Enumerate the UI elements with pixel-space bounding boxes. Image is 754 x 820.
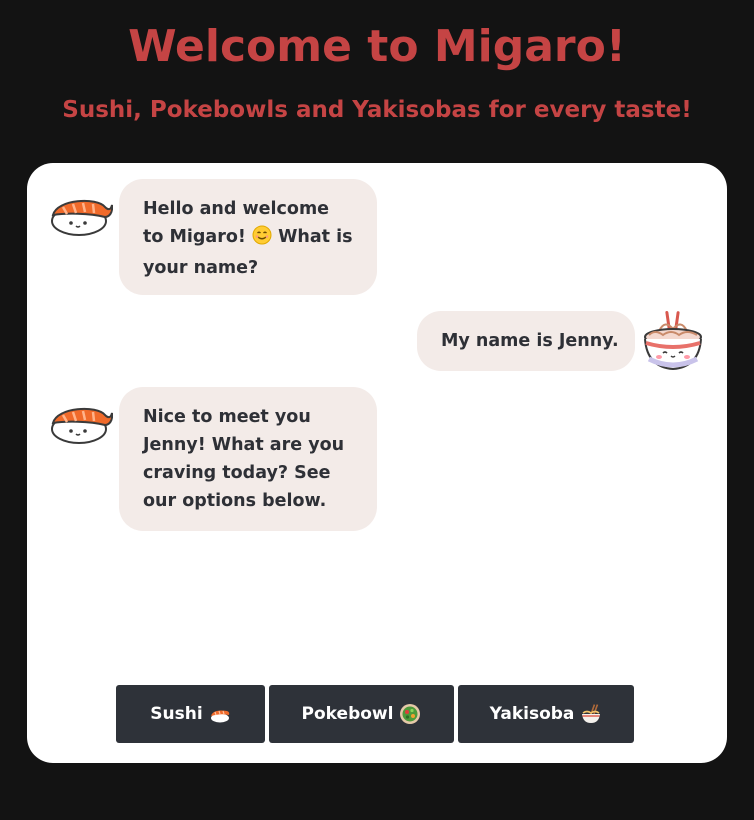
- sushi-option-button[interactable]: Sushi: [116, 685, 265, 743]
- user-message: My name is Jenny.: [417, 311, 635, 371]
- noodle-bowl-icon: [580, 703, 602, 725]
- bot-message: Hello and welcome to Migaro! What is you…: [119, 179, 377, 295]
- pokebowl-option-button[interactable]: Pokebowl: [269, 685, 454, 743]
- sushi-avatar-icon: [49, 391, 114, 455]
- sushi-avatar-icon: [49, 183, 114, 247]
- sushi-icon: [209, 703, 231, 725]
- option-label: Pokebowl: [301, 704, 394, 724]
- bot-message: Nice to meet you Jenny! What are you cra…: [119, 387, 377, 531]
- smiling-face-icon: [252, 225, 272, 254]
- page-title: Welcome to Migaro!: [128, 21, 626, 72]
- yakisoba-option-button[interactable]: Yakisoba: [458, 685, 634, 743]
- option-label: Sushi: [150, 704, 203, 724]
- chat-window: Hello and welcome to Migaro! What is you…: [27, 163, 727, 763]
- page-subtitle: Sushi, Pokebowls and Yakisobas for every…: [62, 97, 692, 123]
- page: Welcome to Migaro! Sushi, Pokebowls and …: [0, 0, 754, 820]
- noodle-bowl-avatar-icon: [641, 309, 705, 373]
- salad-bowl-icon: [399, 703, 421, 725]
- option-label: Yakisoba: [489, 704, 575, 724]
